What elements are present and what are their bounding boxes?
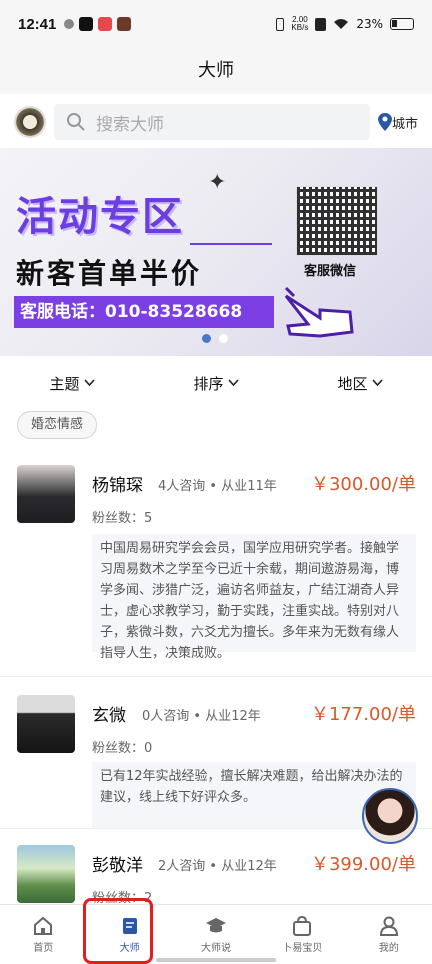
status-time: 12:41 — [18, 15, 57, 33]
master-fans: 粉丝数：5 — [92, 511, 153, 526]
carousel-dot[interactable] — [219, 334, 228, 343]
master-meta: 2人咨询 • 从业12年 — [158, 859, 277, 874]
master-intro: 中国周易研究学会会员，国学应用研究学者。接触学习周易数术之学至今已近十余载，期间… — [92, 534, 416, 661]
game-app-icon — [117, 17, 132, 31]
master-list: 杨锦琛 4人咨询 • 从业11年 ￥300.00/单 粉丝数：5 中国周易研究学… — [0, 455, 432, 919]
tab-shop[interactable]: 卜易宝贝 — [259, 905, 345, 964]
search-placeholder: 搜索大师 — [96, 114, 164, 135]
chevron-down-icon — [371, 379, 383, 387]
avatar — [17, 695, 75, 753]
app-logo[interactable] — [14, 106, 46, 138]
status-bar: 12:41 2.00 KB/s 23% — [0, 0, 432, 48]
home-indicator — [156, 958, 276, 962]
promo-banner[interactable]: ✦ 活动专区 新客首单半价 客服电话：010-83528668 客服微信 — [0, 148, 432, 356]
filter-sort[interactable]: 排序 — [193, 373, 239, 394]
master-name: 杨锦琛 — [92, 476, 143, 496]
banner-phone: 客服电话：010-83528668 — [14, 296, 274, 328]
filter-label: 排序 — [193, 374, 224, 393]
filter-bar: 主题 排序 地区 — [0, 366, 432, 400]
banner-divider — [190, 243, 272, 245]
battery-percent: 23% — [356, 17, 383, 31]
tab-label: 大师 — [119, 943, 140, 954]
scroll-icon — [122, 918, 137, 934]
sparkle-icon: ✦ — [208, 170, 227, 195]
tab-label: 首页 — [33, 943, 54, 954]
tiktok-icon — [79, 17, 94, 31]
filter-label: 地区 — [337, 374, 368, 393]
carousel-dot-active[interactable] — [202, 334, 211, 343]
tab-master-talks[interactable]: 大师说 — [173, 905, 259, 964]
search-row: 搜索大师 城市 — [0, 96, 432, 148]
location-pin-icon — [377, 113, 392, 131]
speed-unit: KB/s — [291, 23, 309, 32]
avatar — [17, 845, 75, 903]
graduation-cap-icon — [206, 918, 227, 933]
wifi-icon — [334, 19, 349, 29]
tab-label: 我的 — [378, 943, 399, 954]
topic-tag[interactable]: 婚恋情感 — [17, 411, 98, 439]
app-badge-icon — [98, 17, 113, 31]
tab-label: 大师说 — [201, 943, 232, 954]
banner-subtitle: 新客首单半价 — [16, 257, 203, 290]
master-name: 玄微 — [92, 706, 126, 726]
master-meta: 4人咨询 • 从业11年 — [158, 479, 277, 494]
master-card[interactable]: 杨锦琛 4人咨询 • 从业11年 ￥300.00/单 粉丝数：5 中国周易研究学… — [0, 455, 432, 677]
master-meta: 0人咨询 • 从业12年 — [142, 709, 261, 724]
qr-label: 客服微信 — [304, 264, 357, 279]
sim-off-icon — [315, 17, 327, 31]
pointing-hand-icon — [284, 286, 354, 338]
city-selector[interactable]: 城市 — [377, 113, 418, 132]
status-right: 2.00 KB/s 23% — [276, 16, 414, 32]
bottom-tab-bar: 首页 大师 大师说 卜易宝贝 我的 — [0, 904, 432, 964]
page-title: 大师 — [0, 48, 432, 94]
master-price: ￥399.00/单 — [310, 854, 416, 875]
chevron-down-icon — [227, 379, 239, 387]
qr-code — [296, 186, 378, 256]
notification-icons — [64, 17, 132, 31]
master-price: ￥300.00/单 — [310, 474, 416, 495]
tab-label: 卜易宝贝 — [282, 943, 323, 954]
shopping-bag-icon — [293, 915, 312, 936]
filter-theme[interactable]: 主题 — [49, 373, 95, 394]
carousel-dots — [202, 334, 228, 343]
battery-icon — [390, 18, 414, 30]
filter-region[interactable]: 地区 — [337, 373, 383, 394]
filter-label: 主题 — [49, 374, 80, 393]
search-input[interactable]: 搜索大师 — [54, 104, 370, 140]
master-price: ￥177.00/单 — [310, 704, 416, 725]
network-speed: 2.00 KB/s — [291, 16, 308, 32]
page: 12:41 2.00 KB/s 23% 大师 搜索大师 城市 ✦ 活动专区 新客… — [0, 0, 432, 964]
search-icon — [67, 113, 85, 131]
city-label: 城市 — [391, 116, 418, 132]
person-icon — [379, 916, 398, 936]
chevron-down-icon — [83, 379, 95, 387]
banner-title: 活动专区 — [16, 194, 184, 239]
floating-service-avatar[interactable] — [362, 788, 418, 844]
notification-app-icon — [64, 19, 75, 29]
avatar — [17, 465, 75, 523]
tab-home[interactable]: 首页 — [0, 905, 86, 964]
home-icon — [34, 916, 53, 935]
master-name: 彭敬洋 — [92, 856, 143, 876]
vibrate-icon — [276, 17, 285, 31]
tab-profile[interactable]: 我的 — [346, 905, 432, 964]
master-fans: 粉丝数：0 — [92, 741, 153, 756]
tab-masters[interactable]: 大师 — [86, 905, 172, 964]
